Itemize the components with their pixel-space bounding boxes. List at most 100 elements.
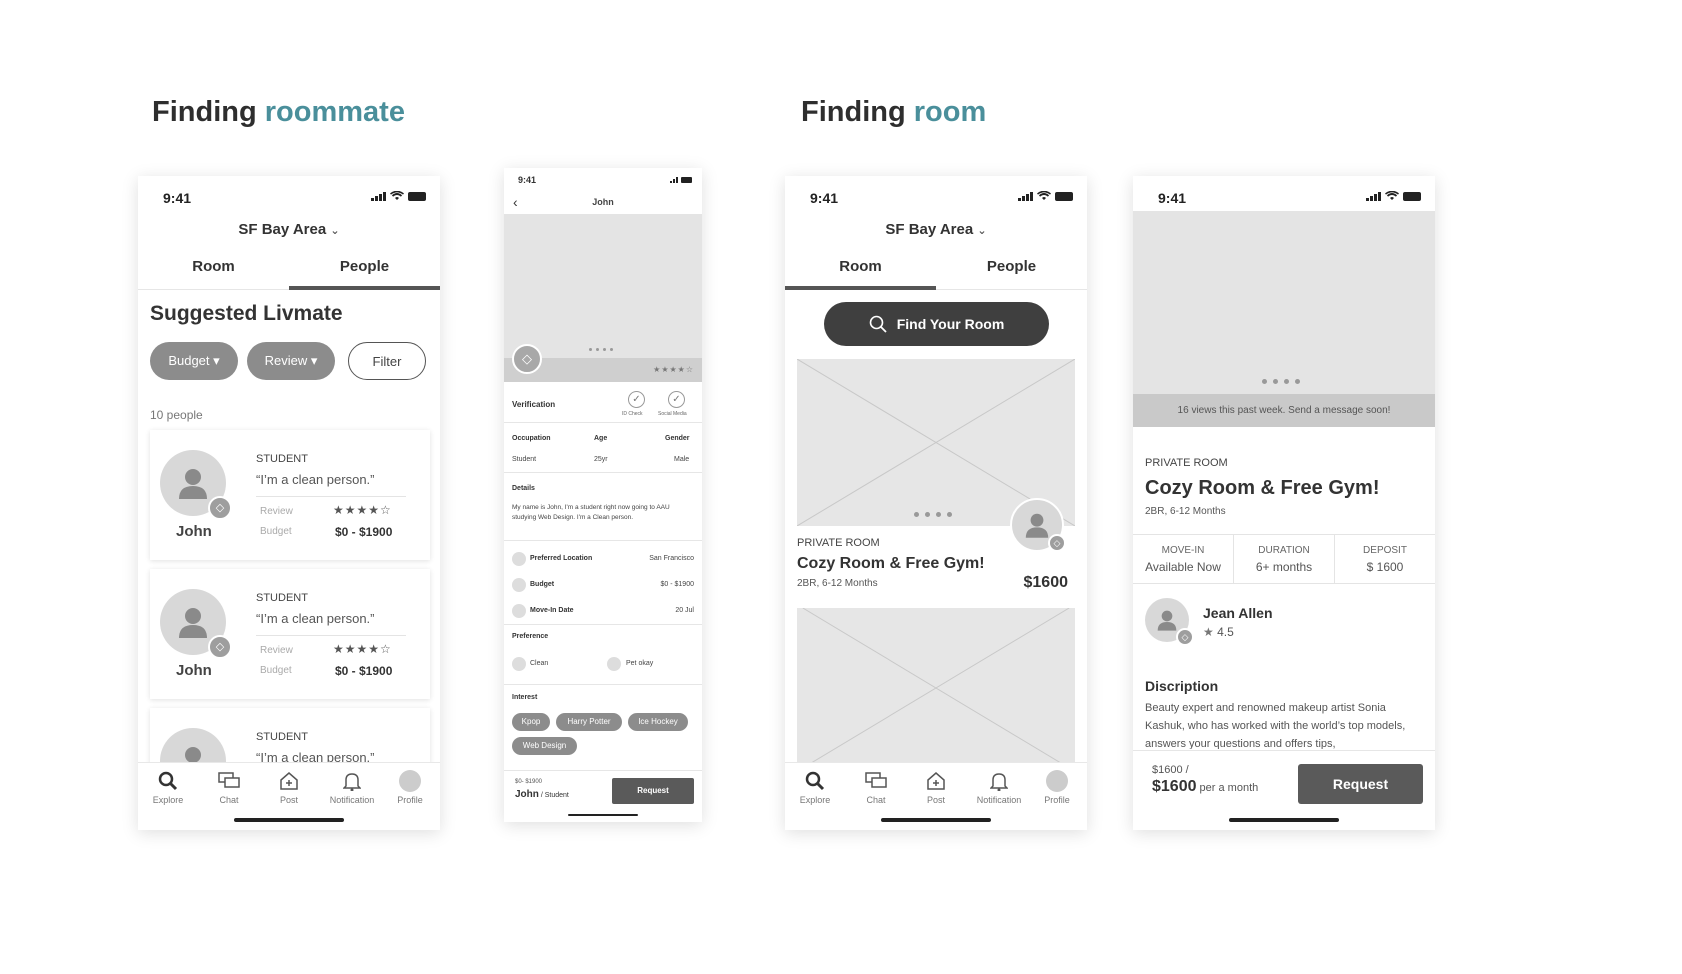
section-title-roommate: Finding roommate — [152, 96, 405, 128]
nav-notification[interactable]: Notification — [322, 769, 382, 805]
description-label: Discription — [1145, 678, 1219, 694]
interest-chip: Web Design — [512, 737, 577, 755]
occupation-label: Occupation — [512, 435, 551, 442]
budget-filter-button[interactable]: Budget ▾ — [150, 342, 238, 380]
bell-icon — [343, 773, 361, 791]
carousel-dots — [914, 512, 952, 517]
person-card[interactable]: ◇ John STUDENT “I’m a clean person.” Rev… — [150, 430, 430, 560]
carousel-dots — [1262, 379, 1300, 384]
stat-move-in: MOVE-IN Available Now — [1145, 545, 1221, 574]
social-media-check-icon: ✓ — [668, 391, 685, 408]
listing-photo[interactable] — [797, 608, 1075, 768]
host-avatar[interactable]: ◇ — [1145, 598, 1194, 646]
diamond-icon: ◇ — [1048, 534, 1066, 552]
budget-label: Budget — [260, 526, 292, 537]
nav-post[interactable]: Post — [906, 769, 966, 805]
preference-label: Preference — [512, 633, 549, 640]
find-room-button[interactable]: Find Your Room — [824, 302, 1049, 346]
request-button[interactable]: Request — [1298, 764, 1423, 804]
price-per: per a month — [1196, 782, 1259, 794]
phone-room-search: 9:41 SF Bay Area ⌄ Room People Find Your… — [785, 176, 1087, 830]
tab-people[interactable]: People — [289, 250, 440, 290]
details-label: Details — [512, 485, 535, 492]
pet-icon — [607, 657, 621, 671]
pref-clean: Clean — [530, 660, 549, 667]
request-button[interactable]: Request — [612, 778, 694, 804]
nav-chat[interactable]: Chat — [199, 769, 259, 805]
star-icon: ★ — [1203, 625, 1214, 639]
person-name: John — [176, 662, 212, 679]
verification-label: Verification — [512, 400, 556, 409]
footer-budget: $0- $1900 — [515, 779, 543, 785]
status-time: 9:41 — [163, 190, 192, 206]
person-role: STUDENT — [256, 731, 308, 743]
room-photo[interactable] — [1133, 211, 1435, 394]
person-icon — [1157, 610, 1177, 631]
status-time: 9:41 — [518, 175, 537, 185]
room-title: Cozy Room & Free Gym! — [1145, 477, 1380, 499]
person-icon — [179, 469, 207, 499]
status-time: 9:41 — [1158, 190, 1187, 206]
chat-icon — [865, 772, 887, 788]
bottom-nav: Explore Chat Post Notification Profile — [785, 762, 1087, 830]
diamond-icon: ◇ — [208, 635, 232, 659]
nav-explore[interactable]: Explore — [138, 769, 198, 805]
phone-person-profile: 9:41 ‹ John ◇ ★★★★☆ Verification ✓ ✓ ID … — [504, 168, 702, 822]
room-meta: 2BR, 6-12 Months — [1145, 506, 1226, 517]
review-label: Review — [260, 645, 293, 656]
age-value: 25yr — [594, 456, 608, 463]
social-media-label: Social Media — [658, 411, 687, 417]
bell-icon — [990, 773, 1008, 791]
pref-pet: Pet okay — [626, 660, 654, 667]
clean-icon — [512, 657, 526, 671]
review-filter-button[interactable]: Review ▾ — [247, 342, 335, 380]
review-label: Review — [260, 506, 293, 517]
listing-title[interactable]: Cozy Room & Free Gym! — [797, 555, 985, 573]
nav-profile[interactable]: Profile — [380, 769, 440, 805]
listing-meta: 2BR, 6-12 Months — [797, 578, 878, 589]
location-selector[interactable]: SF Bay Area ⌄ — [785, 221, 1087, 238]
diamond-icon: ◇ — [512, 344, 542, 374]
filter-button[interactable]: Filter — [348, 342, 426, 380]
nav-notification[interactable]: Notification — [969, 769, 1029, 805]
nav-explore[interactable]: Explore — [785, 769, 845, 805]
profile-icon — [1046, 770, 1068, 792]
preferred-location-value: San Francisco — [649, 555, 694, 562]
tab-people[interactable]: People — [936, 250, 1087, 289]
host-name[interactable]: Jean Allen — [1203, 605, 1273, 621]
location-icon — [512, 552, 526, 566]
room-stats: MOVE-IN Available Now DURATION 6+ months D… — [1133, 534, 1435, 584]
tab-room[interactable]: Room — [138, 250, 289, 289]
nav-post[interactable]: Post — [259, 769, 319, 805]
status-bar: 9:41 — [138, 176, 440, 216]
wifi-icon — [1385, 191, 1399, 200]
interest-chip: Harry Potter — [556, 713, 622, 731]
move-in-value: 20 Jul — [675, 607, 694, 614]
person-name: John — [176, 523, 212, 540]
footer-role: / Student — [538, 792, 569, 799]
nav-profile[interactable]: Profile — [1027, 769, 1087, 805]
search-icon — [869, 315, 887, 333]
budget-value: $0 - $1900 — [335, 525, 393, 539]
signal-icon — [1018, 191, 1033, 201]
occupation-value: Student — [512, 456, 537, 463]
person-card[interactable]: ◇ John STUDENT “I’m a clean person.” Rev… — [150, 569, 430, 699]
search-icon — [805, 771, 825, 791]
rating-stars-icon: ★★★★☆ — [653, 365, 694, 374]
chat-icon — [218, 772, 240, 788]
home-indicator — [1229, 818, 1339, 822]
active-tab-indicator — [785, 286, 936, 290]
host-avatar: ◇ — [1010, 498, 1066, 552]
search-icon — [158, 771, 178, 791]
preferred-location-label: Preferred Location — [530, 555, 593, 562]
nav-chat[interactable]: Chat — [846, 769, 906, 805]
stat-duration: DURATION 6+ months — [1255, 545, 1313, 574]
move-in-label: Move-In Date — [530, 607, 574, 614]
budget-label: Budget — [260, 665, 292, 676]
signal-icon — [371, 191, 386, 201]
phone-suggested-livmate: 9:41 SF Bay Area ⌄ Room People Suggested… — [138, 176, 440, 830]
caret-down-icon: ▾ — [310, 353, 318, 368]
tab-room[interactable]: Room — [785, 250, 936, 290]
details-text: My name is John, I'm a student right now… — [512, 504, 670, 521]
location-selector[interactable]: SF Bay Area ⌄ — [138, 221, 440, 238]
